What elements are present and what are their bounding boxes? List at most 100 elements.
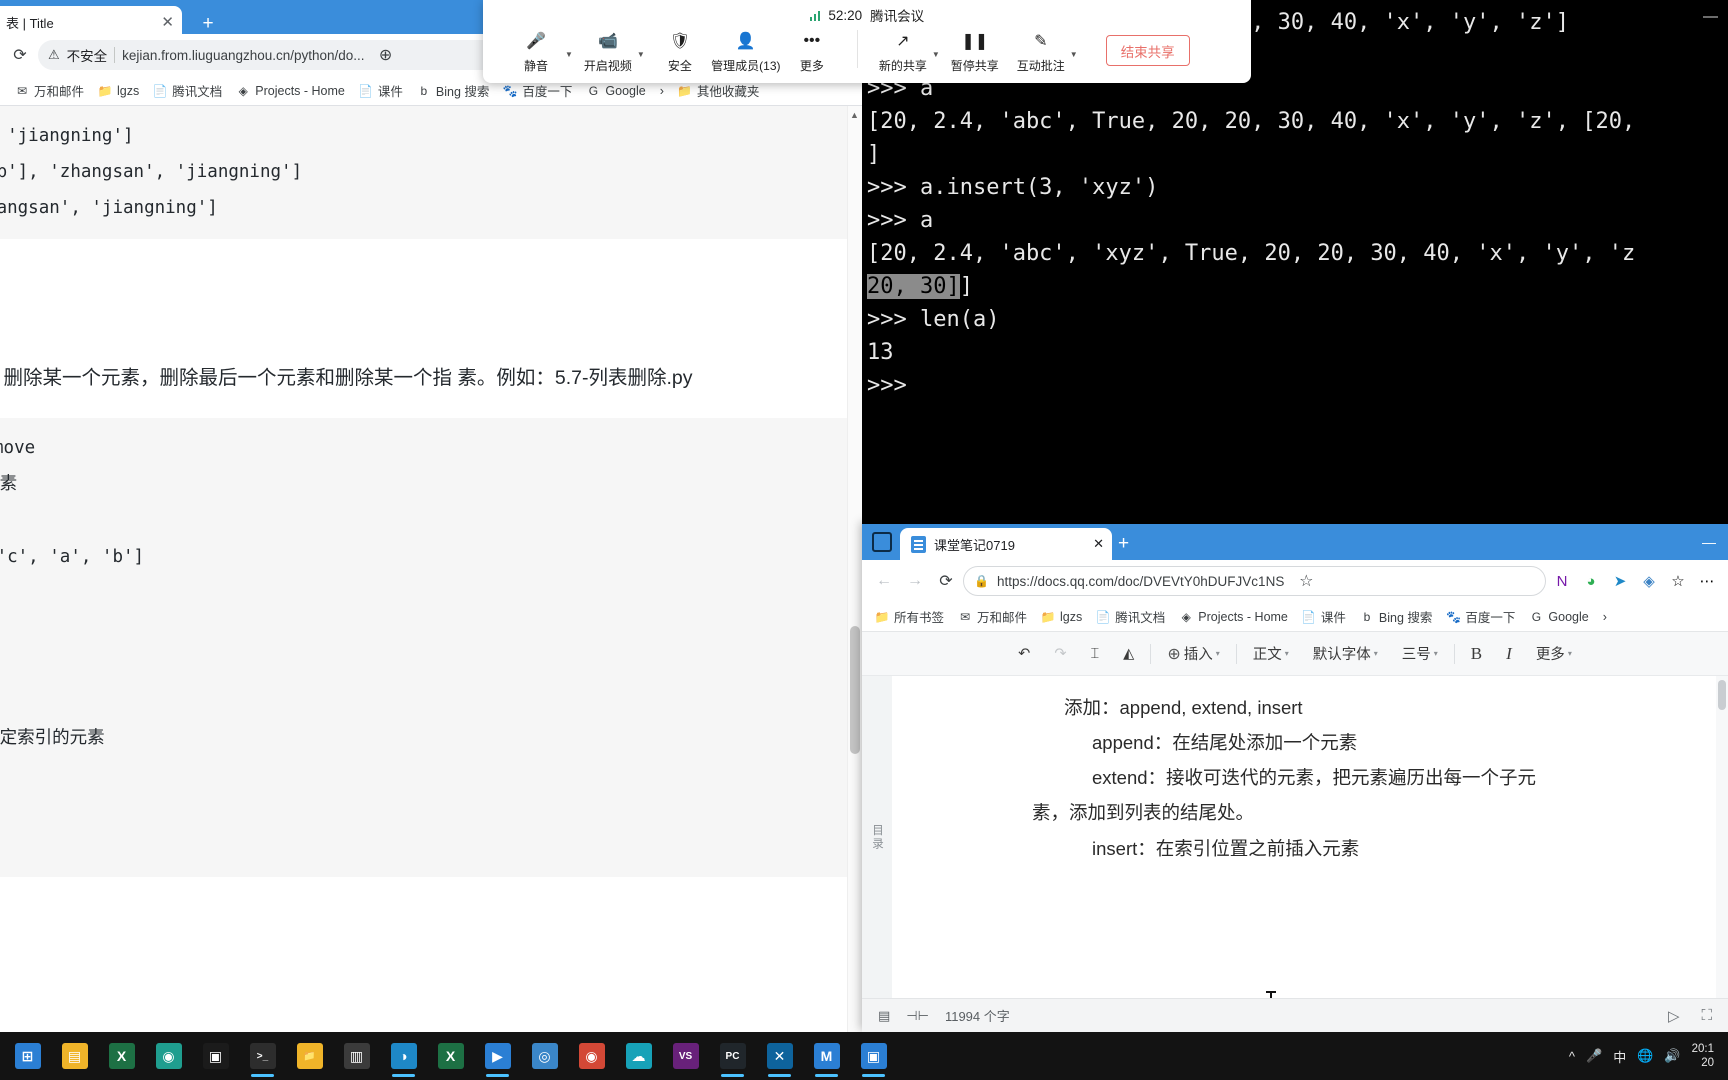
insert-menu[interactable]: ⊕ 插入 ▾ — [1155, 643, 1231, 664]
undo-button[interactable]: ↶ — [1006, 646, 1042, 662]
forward-icon[interactable]: → — [901, 567, 929, 595]
outline-toggle-icon[interactable]: ▤ — [878, 1008, 890, 1024]
font-family-menu[interactable]: 默认字体 ▾ — [1301, 643, 1390, 664]
settings-more-icon[interactable]: ⋯ — [1694, 568, 1720, 594]
docs-browser-tab[interactable]: 课堂笔记0719 ✕ — [900, 528, 1112, 560]
clear-format-button[interactable]: ◭ — [1111, 646, 1146, 662]
taskbar-cmd[interactable]: >_ — [239, 1034, 286, 1078]
volume-icon[interactable]: 🔊 — [1664, 1048, 1680, 1064]
tray-chevron-icon[interactable]: ^ — [1569, 1049, 1575, 1064]
more-menu[interactable]: 更多 ▾ — [1524, 643, 1584, 664]
chevron-down-icon[interactable]: ▼ — [932, 50, 940, 59]
download-extension-icon[interactable]: ➤ — [1607, 568, 1633, 594]
reload-icon[interactable]: ⟳ — [932, 567, 960, 595]
clock[interactable]: 20:1 20 — [1692, 1042, 1714, 1071]
bookmark-item[interactable]: 📁 所有书签 — [868, 604, 951, 629]
translate-extension-icon[interactable]: ◕ — [1578, 568, 1604, 594]
bookmark-item[interactable]: 📄 课件 — [1295, 604, 1353, 629]
bookmark-item[interactable]: G Google — [1522, 607, 1595, 627]
meeting-tool-mic[interactable]: 🎤 静音 — [503, 26, 569, 74]
scroll-up-arrow[interactable]: ▲ — [849, 110, 860, 120]
bookmark-item[interactable]: ✉ 万和邮件 — [951, 604, 1034, 629]
taskbar-edge[interactable]: ◑ — [380, 1034, 427, 1078]
close-icon[interactable]: ✕ — [161, 15, 174, 30]
bookmark-item[interactable]: 🐾 百度一下 — [1439, 604, 1522, 629]
bookmark-item[interactable]: 📁 lgzs — [1034, 607, 1089, 627]
play-icon[interactable]: ▷ — [1668, 1007, 1680, 1025]
minimize-button[interactable]: — — [1702, 534, 1716, 550]
bookmark-item[interactable]: b Bing 搜索 — [1353, 604, 1440, 629]
taskbar-pycharm[interactable]: PC — [709, 1034, 756, 1078]
taskbar-terminal[interactable]: ▣ — [192, 1034, 239, 1078]
taskbar-camera[interactable]: ◎ — [521, 1034, 568, 1078]
taskbar-cloud[interactable]: ☁ — [615, 1034, 662, 1078]
taskbar-start[interactable]: ⊞ — [4, 1034, 51, 1078]
zoom-icon[interactable]: ⊕ — [372, 41, 400, 69]
bookmark-item[interactable]: › — [1596, 607, 1614, 627]
taskbar-tencent-meeting[interactable]: ▶ — [474, 1034, 521, 1078]
meeting-tool-pause[interactable]: ❚❚ 暂停共享 — [942, 26, 1008, 74]
bookmark-item[interactable]: G Google — [579, 81, 652, 101]
bold-button[interactable]: B — [1459, 644, 1494, 664]
ime-indicator[interactable]: 中 — [1613, 1047, 1626, 1066]
new-tab-button[interactable]: + — [1118, 533, 1129, 555]
back-icon[interactable]: ← — [870, 567, 898, 595]
bookmark-item[interactable]: 📁 lgzs — [91, 81, 146, 101]
reload-icon[interactable]: ⟳ — [6, 41, 34, 69]
layout-toggle-icon[interactable]: ⊣⊢ — [906, 1008, 929, 1024]
chevron-down-icon[interactable]: ▼ — [565, 50, 573, 59]
collections-icon[interactable]: ◈ — [1636, 568, 1662, 594]
taskbar-edge-teal[interactable]: ◉ — [145, 1034, 192, 1078]
end-share-button[interactable]: 结束共享 — [1105, 35, 1190, 66]
bookmark-item[interactable]: ◈ Projects - Home — [1172, 607, 1295, 627]
taskbar-obs[interactable]: ◉ — [568, 1034, 615, 1078]
bookmark-item[interactable]: ◈ Projects - Home — [229, 81, 352, 101]
font-size-menu[interactable]: 三号 ▾ — [1390, 643, 1450, 664]
new-tab-button[interactable]: + — [195, 12, 221, 36]
taskbar-notes[interactable]: ▥ — [333, 1034, 380, 1078]
bookmark-item[interactable]: 📄 腾讯文档 — [146, 78, 229, 103]
favorite-star-icon[interactable]: ☆ — [1292, 567, 1320, 595]
bookmark-item[interactable]: ✉ 万和邮件 — [8, 78, 91, 103]
taskbar-folder[interactable]: 📁 — [286, 1034, 333, 1078]
taskbar-vscode[interactable]: ✕ — [756, 1034, 803, 1078]
meeting-tool-camera-off[interactable]: 📹 开启视频 — [575, 26, 641, 74]
format-painter-button[interactable]: ⌶ — [1078, 646, 1111, 662]
microphone-icon[interactable]: 🎤 — [1586, 1048, 1602, 1064]
taskbar-visual-studio[interactable]: VS — [662, 1034, 709, 1078]
bookmark-item[interactable]: 📄 课件 — [352, 78, 410, 103]
taskbar-wps[interactable]: M — [803, 1034, 850, 1078]
bookmark-item[interactable]: › — [653, 81, 671, 101]
bookmark-item[interactable]: 📄 腾讯文档 — [1089, 604, 1172, 629]
browser-tab-title[interactable]: 表 | Title ✕ — [0, 6, 182, 38]
tab-actions-icon[interactable] — [872, 532, 892, 552]
outline-sidebar[interactable]: 目录 — [862, 676, 892, 998]
document-scrollbar[interactable] — [1716, 676, 1728, 998]
meeting-tool-annotate[interactable]: ✎ 互动批注 — [1008, 26, 1074, 74]
meeting-tool-members[interactable]: 👤 管理成员(13) — [711, 26, 780, 74]
taskbar-excel2[interactable]: X — [427, 1034, 474, 1078]
meeting-tool-shield[interactable]: 🛡 安全 — [647, 26, 713, 74]
taskbar-media[interactable]: ▣ — [850, 1034, 897, 1078]
close-icon[interactable]: ✕ — [1093, 536, 1104, 552]
favorites-icon[interactable]: ☆ — [1665, 568, 1691, 594]
onenote-extension-icon[interactable]: N — [1549, 568, 1575, 594]
bookmark-item[interactable]: b Bing 搜索 — [410, 78, 497, 103]
docs-address-bar[interactable]: 🔒 https://docs.qq.com/doc/DVEVtY0hDUFJVc… — [963, 566, 1546, 596]
meeting-tool-more[interactable]: ••• 更多 — [779, 26, 845, 74]
taskbar-excel[interactable]: X — [98, 1034, 145, 1078]
chevron-down-icon[interactable]: ▼ — [1070, 50, 1078, 59]
fullscreen-icon[interactable]: ⛶ — [1701, 1007, 1712, 1025]
page-scrollbar[interactable]: ▲ ▼ — [847, 106, 862, 1045]
redo-button[interactable]: ↷ — [1042, 646, 1078, 662]
chevron-down-icon[interactable]: ▼ — [637, 50, 645, 59]
document-editing-area[interactable]: 添加：append, extend, insert append：在结尾处添加一个… — [892, 676, 1728, 998]
scrollbar-thumb[interactable] — [850, 626, 860, 754]
network-icon[interactable]: 🌐 — [1637, 1048, 1653, 1064]
console-minimize-button[interactable]: — — [1703, 8, 1718, 25]
scrollbar-thumb[interactable] — [1718, 680, 1726, 710]
meeting-tool-share[interactable]: ↗ 新的共享 — [870, 26, 936, 74]
italic-button[interactable]: I — [1494, 644, 1524, 664]
taskbar-file-explorer[interactable]: ▤ — [51, 1034, 98, 1078]
paragraph-style-menu[interactable]: 正文 ▾ — [1241, 643, 1301, 664]
